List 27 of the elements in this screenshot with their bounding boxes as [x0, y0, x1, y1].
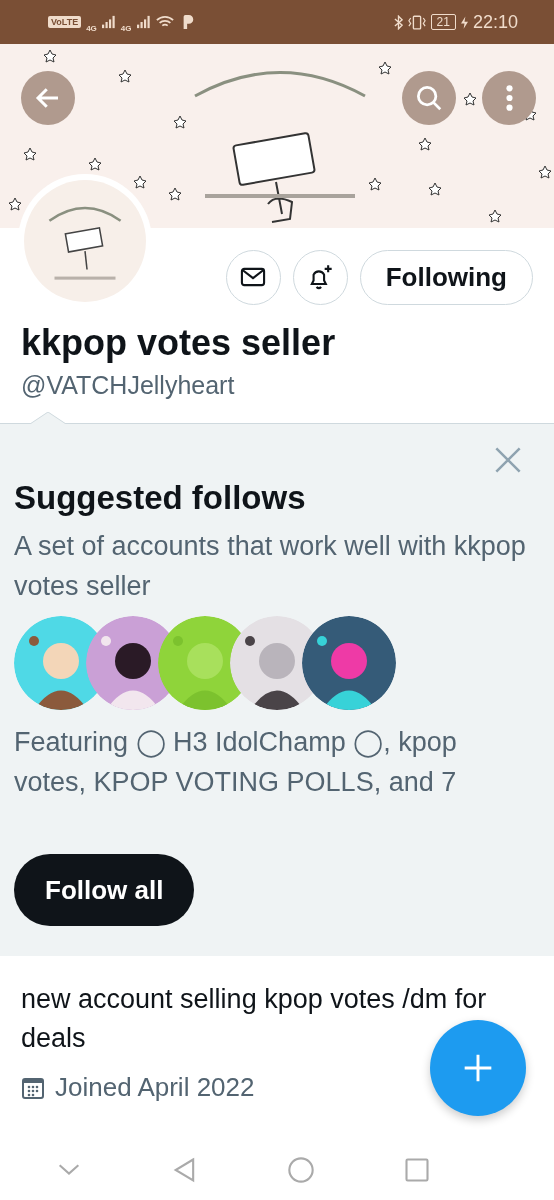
- bluetooth-icon: [393, 14, 403, 30]
- following-button[interactable]: Following: [359, 249, 533, 305]
- battery-level: 21: [430, 14, 456, 30]
- network-type: 4G: [120, 23, 132, 33]
- close-icon: [494, 446, 522, 474]
- profile-bio: new account selling kpop votes /dm for deals: [20, 983, 488, 1055]
- section-title: Suggested follows: [14, 478, 307, 518]
- section-description: A set of accounts that work well with kkpop votes seller: [14, 530, 526, 603]
- profile-handle: @VATCHJellyheart: [21, 370, 236, 401]
- plus-icon: [462, 1052, 494, 1084]
- network-type: 4G: [86, 23, 97, 33]
- charging-icon: [460, 15, 468, 29]
- vibrate-icon: [407, 14, 426, 30]
- signal-icon: [101, 15, 116, 29]
- volte-badge: VoLTE: [48, 16, 82, 28]
- joined-date: Joined April 2022: [55, 1072, 255, 1103]
- featuring-text: Featuring ◯ H3 IdolChamp ◯, kpop votes, KPOP VOTING POLLS, and 7: [14, 726, 458, 799]
- wifi-icon: [155, 15, 174, 29]
- compose-button[interactable]: [430, 1020, 526, 1116]
- profile-name: kkpop votes seller: [21, 321, 337, 365]
- clock: 22:10: [472, 11, 518, 33]
- home-icon[interactable]: [287, 1156, 315, 1184]
- close-button[interactable]: [494, 446, 522, 474]
- signal-icon: [136, 15, 151, 29]
- calendar-icon: [21, 1075, 45, 1100]
- follow-all-button[interactable]: Follow all: [14, 854, 195, 926]
- recents-icon[interactable]: [403, 1156, 431, 1184]
